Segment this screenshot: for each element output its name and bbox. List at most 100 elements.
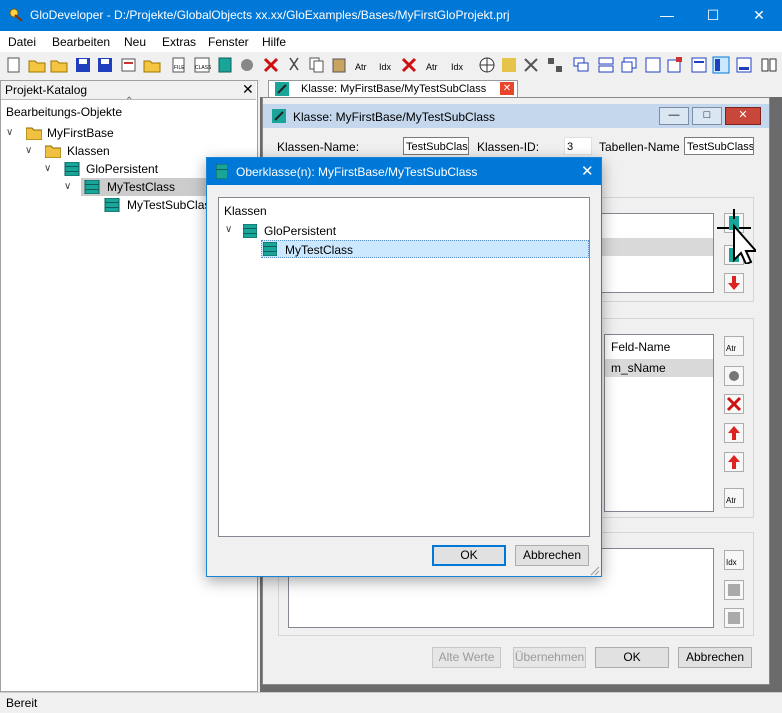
- tree-label-myfirstbase: MyFirstBase: [47, 126, 114, 140]
- child-maximize-button[interactable]: □: [692, 107, 722, 125]
- maximize-button[interactable]: ☐: [690, 0, 736, 31]
- feld-name-header: Feld-Name: [611, 340, 671, 354]
- menu-datei[interactable]: Datei: [8, 35, 36, 49]
- ok-button[interactable]: OK: [595, 647, 669, 668]
- dialog-class-list[interactable]: Klassen ∨ GloPersistent MyTestClass: [218, 197, 590, 537]
- svg-text:Idx: Idx: [379, 62, 392, 72]
- menu-bearbeiten[interactable]: Bearbeiten: [52, 35, 110, 49]
- tools-icon[interactable]: [522, 56, 540, 74]
- tree-label-glopersistent: GloPersistent: [86, 162, 159, 176]
- move-attribute-up-button[interactable]: [724, 423, 744, 443]
- svg-text:CLASS: CLASS: [195, 65, 211, 71]
- edit-index-button[interactable]: [724, 580, 744, 600]
- tree-label-mytestclass: MyTestClass: [107, 180, 176, 194]
- cut-icon[interactable]: [285, 56, 303, 74]
- globe-icon[interactable]: [478, 56, 496, 74]
- child-close-button[interactable]: ✕: [725, 107, 761, 125]
- tab-bar: Klasse: MyFirstBase/MyTestSubClass ✕: [260, 80, 782, 97]
- mouse-cursor-icon: [717, 209, 756, 264]
- dialog-ok-button[interactable]: OK: [432, 545, 506, 566]
- layout-icon[interactable]: [546, 56, 564, 74]
- dialog-item-glopersistent[interactable]: GloPersistent: [264, 224, 336, 238]
- klassen-name-field[interactable]: TestSubClass: [403, 137, 469, 155]
- move-attribute-down-button[interactable]: [724, 452, 744, 472]
- move-down-button[interactable]: [724, 273, 744, 293]
- class-teal-icon[interactable]: [216, 56, 234, 74]
- window-list-icon[interactable]: [690, 56, 708, 74]
- scroll-up-icon[interactable]: ⌃: [125, 96, 133, 107]
- attribute-icon[interactable]: Atr: [354, 56, 372, 74]
- class-icon[interactable]: CLASS: [193, 56, 211, 74]
- add-index-button[interactable]: Idx: [724, 550, 744, 570]
- paste-icon[interactable]: [330, 56, 348, 74]
- window-tile-icon[interactable]: [597, 56, 615, 74]
- tabellen-name-label: Tabellen-Name :: [599, 140, 687, 154]
- tabellen-name-field[interactable]: TestSubClass: [684, 137, 754, 155]
- tree-item-mytestsubclass[interactable]: MyTestSubClass: [104, 196, 206, 214]
- index-delete-icon[interactable]: [400, 56, 418, 74]
- close-button[interactable]: ✕: [736, 0, 782, 31]
- catalog-close-icon[interactable]: ✕: [242, 81, 254, 98]
- open-folder-icon[interactable]: [28, 56, 46, 74]
- new-doc-icon[interactable]: [5, 56, 23, 74]
- save-icon[interactable]: [74, 56, 92, 74]
- class-icon: [263, 242, 277, 256]
- window-restore-icon[interactable]: [620, 56, 638, 74]
- superclass-list[interactable]: [590, 213, 714, 293]
- tab-klasse[interactable]: Klasse: MyFirstBase/MyTestSubClass ✕: [268, 80, 518, 97]
- save-as-icon[interactable]: [96, 56, 114, 74]
- attribute-list-button[interactable]: Atr: [724, 488, 744, 508]
- help-book-icon[interactable]: [760, 56, 778, 74]
- window-icon[interactable]: [644, 56, 662, 74]
- window-cascade-icon[interactable]: [572, 56, 590, 74]
- add-attribute-button[interactable]: Atr: [724, 336, 744, 356]
- status-bar: Bereit: [0, 692, 782, 713]
- copy-icon[interactable]: [308, 56, 326, 74]
- dialog-cancel-button[interactable]: Abbrechen: [515, 545, 589, 566]
- alte-werte-button[interactable]: Alte Werte: [432, 647, 501, 668]
- svg-text:Atr: Atr: [426, 62, 438, 72]
- svg-text:Atr: Atr: [355, 62, 367, 72]
- grid-icon[interactable]: [500, 56, 518, 74]
- index-icon[interactable]: Idx: [378, 56, 396, 74]
- panel-left-icon[interactable]: [712, 56, 730, 74]
- fields-list[interactable]: Feld-Name m_sName: [604, 334, 714, 512]
- menu-extras[interactable]: Extras: [162, 35, 196, 49]
- open-folder-2-icon[interactable]: [50, 56, 68, 74]
- dialog-item-mytestclass: MyTestClass: [285, 243, 354, 257]
- attribute-2-icon[interactable]: Atr: [425, 56, 443, 74]
- dialog-close-icon[interactable]: ✕: [581, 162, 594, 180]
- properties-icon[interactable]: [120, 56, 138, 74]
- catalog-section-label: Bearbeitungs-Objekte: [6, 105, 123, 119]
- delete-attribute-button[interactable]: [724, 394, 744, 414]
- superclass-selected-row[interactable]: [591, 238, 713, 256]
- tree-label-klassen: Klassen: [67, 144, 110, 158]
- chevron-down-icon[interactable]: ∨: [225, 224, 237, 236]
- minimize-button[interactable]: —: [644, 0, 690, 31]
- file-icon[interactable]: FILE: [170, 56, 188, 74]
- delete-red-icon[interactable]: [262, 56, 280, 74]
- menu-hilfe[interactable]: Hilfe: [262, 35, 286, 49]
- uebernehmen-button[interactable]: Übernehmen: [513, 647, 586, 668]
- child-minimize-button[interactable]: —: [659, 107, 689, 125]
- tab-close-icon[interactable]: ✕: [500, 82, 514, 95]
- window-new-icon[interactable]: [666, 56, 684, 74]
- field-row[interactable]: m_sName: [605, 359, 713, 377]
- klassen-id-field[interactable]: 3: [564, 137, 592, 155]
- tool-icon[interactable]: [238, 56, 256, 74]
- resize-grip-icon[interactable]: [590, 566, 600, 576]
- class-edit-icon: [272, 109, 286, 123]
- title-bar: GloDeveloper - D:/Projekte/GlobalObjects…: [0, 0, 782, 31]
- menu-neu[interactable]: Neu: [124, 35, 146, 49]
- dialog-title: Oberklasse(n): MyFirstBase/MyTestSubClas…: [236, 165, 478, 179]
- dialog-item-selected-row[interactable]: MyTestClass: [261, 240, 589, 258]
- database-folder-icon: [26, 127, 42, 140]
- abbrechen-button[interactable]: Abbrechen: [678, 647, 752, 668]
- folder-gear-icon[interactable]: [143, 56, 161, 74]
- edit-attribute-button[interactable]: [724, 366, 744, 386]
- index-2-icon[interactable]: Idx: [450, 56, 468, 74]
- menu-fenster[interactable]: Fenster: [208, 35, 249, 49]
- catalog-header-label: Projekt-Katalog: [5, 83, 88, 97]
- delete-index-button[interactable]: [724, 608, 744, 628]
- panel-bottom-icon[interactable]: [735, 56, 753, 74]
